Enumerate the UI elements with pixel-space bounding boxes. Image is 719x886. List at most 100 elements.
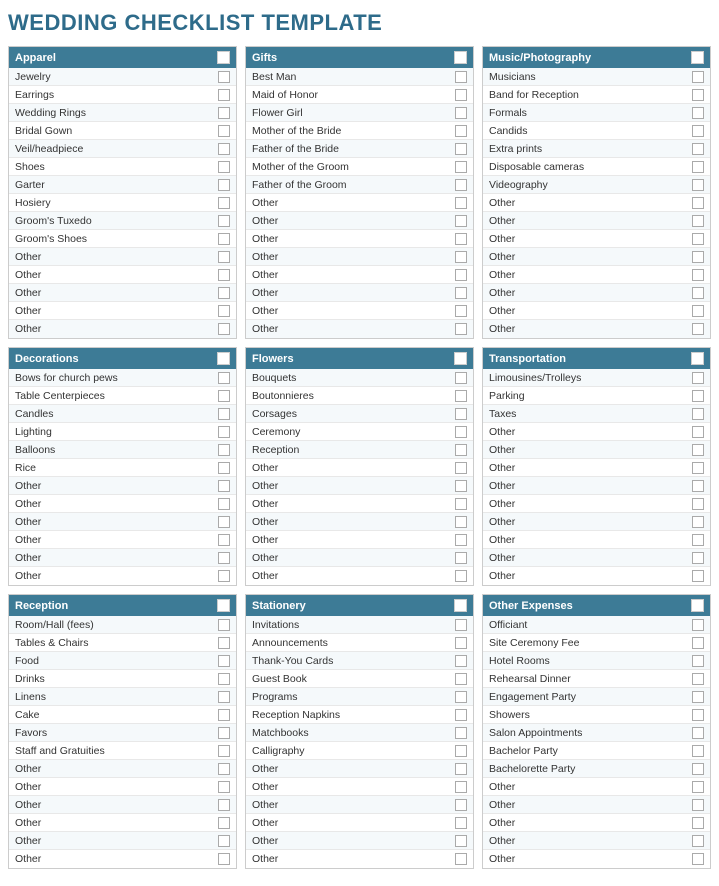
row-checkbox[interactable] [218,161,230,173]
row-checkbox[interactable] [692,799,704,811]
row-checkbox[interactable] [692,323,704,335]
row-checkbox[interactable] [218,570,230,582]
row-checkbox[interactable] [455,426,467,438]
row-checkbox[interactable] [455,323,467,335]
row-checkbox[interactable] [218,408,230,420]
row-checkbox[interactable] [455,215,467,227]
row-checkbox[interactable] [455,480,467,492]
row-checkbox[interactable] [218,287,230,299]
row-checkbox[interactable] [218,691,230,703]
row-checkbox[interactable] [455,835,467,847]
row-checkbox[interactable] [218,323,230,335]
row-checkbox[interactable] [455,534,467,546]
row-checkbox[interactable] [692,287,704,299]
row-checkbox[interactable] [455,143,467,155]
row-checkbox[interactable] [218,107,230,119]
row-checkbox[interactable] [692,179,704,191]
row-checkbox[interactable] [455,179,467,191]
row-checkbox[interactable] [692,215,704,227]
row-checkbox[interactable] [455,408,467,420]
row-checkbox[interactable] [218,89,230,101]
row-checkbox[interactable] [455,233,467,245]
row-checkbox[interactable] [455,305,467,317]
row-checkbox[interactable] [692,516,704,528]
row-checkbox[interactable] [692,444,704,456]
row-checkbox[interactable] [218,637,230,649]
row-checkbox[interactable] [455,462,467,474]
row-checkbox[interactable] [218,745,230,757]
row-checkbox[interactable] [692,269,704,281]
row-checkbox[interactable] [692,745,704,757]
section-header-checkbox-flowers[interactable] [454,352,467,365]
row-checkbox[interactable] [218,817,230,829]
row-checkbox[interactable] [218,372,230,384]
section-header-checkbox-apparel[interactable] [217,51,230,64]
row-checkbox[interactable] [692,570,704,582]
row-checkbox[interactable] [455,107,467,119]
row-checkbox[interactable] [692,233,704,245]
row-checkbox[interactable] [455,89,467,101]
row-checkbox[interactable] [692,197,704,209]
row-checkbox[interactable] [218,179,230,191]
row-checkbox[interactable] [692,107,704,119]
row-checkbox[interactable] [692,835,704,847]
row-checkbox[interactable] [218,835,230,847]
row-checkbox[interactable] [692,462,704,474]
row-checkbox[interactable] [218,71,230,83]
row-checkbox[interactable] [455,781,467,793]
row-checkbox[interactable] [692,305,704,317]
row-checkbox[interactable] [218,251,230,263]
row-checkbox[interactable] [692,125,704,137]
row-checkbox[interactable] [218,673,230,685]
section-header-checkbox-transportation[interactable] [691,352,704,365]
row-checkbox[interactable] [455,71,467,83]
section-header-checkbox-reception[interactable] [217,599,230,612]
row-checkbox[interactable] [455,709,467,721]
row-checkbox[interactable] [218,426,230,438]
row-checkbox[interactable] [692,709,704,721]
row-checkbox[interactable] [455,655,467,667]
row-checkbox[interactable] [455,269,467,281]
row-checkbox[interactable] [692,480,704,492]
row-checkbox[interactable] [692,161,704,173]
row-checkbox[interactable] [455,197,467,209]
row-checkbox[interactable] [692,71,704,83]
section-header-checkbox-gifts[interactable] [454,51,467,64]
row-checkbox[interactable] [692,552,704,564]
row-checkbox[interactable] [218,655,230,667]
row-checkbox[interactable] [218,444,230,456]
row-checkbox[interactable] [692,637,704,649]
row-checkbox[interactable] [455,161,467,173]
row-checkbox[interactable] [218,462,230,474]
row-checkbox[interactable] [218,709,230,721]
row-checkbox[interactable] [218,305,230,317]
section-header-checkbox-other-expenses[interactable] [691,599,704,612]
row-checkbox[interactable] [218,233,230,245]
row-checkbox[interactable] [455,853,467,865]
row-checkbox[interactable] [455,745,467,757]
row-checkbox[interactable] [455,691,467,703]
row-checkbox[interactable] [692,853,704,865]
row-checkbox[interactable] [455,727,467,739]
row-checkbox[interactable] [692,143,704,155]
row-checkbox[interactable] [455,673,467,685]
row-checkbox[interactable] [218,143,230,155]
row-checkbox[interactable] [692,691,704,703]
row-checkbox[interactable] [455,372,467,384]
row-checkbox[interactable] [455,498,467,510]
row-checkbox[interactable] [218,498,230,510]
row-checkbox[interactable] [692,390,704,402]
row-checkbox[interactable] [218,552,230,564]
row-checkbox[interactable] [455,570,467,582]
row-checkbox[interactable] [218,125,230,137]
row-checkbox[interactable] [455,637,467,649]
row-checkbox[interactable] [692,408,704,420]
row-checkbox[interactable] [218,197,230,209]
row-checkbox[interactable] [218,480,230,492]
row-checkbox[interactable] [455,763,467,775]
row-checkbox[interactable] [455,390,467,402]
row-checkbox[interactable] [692,426,704,438]
row-checkbox[interactable] [218,215,230,227]
row-checkbox[interactable] [692,817,704,829]
row-checkbox[interactable] [455,287,467,299]
